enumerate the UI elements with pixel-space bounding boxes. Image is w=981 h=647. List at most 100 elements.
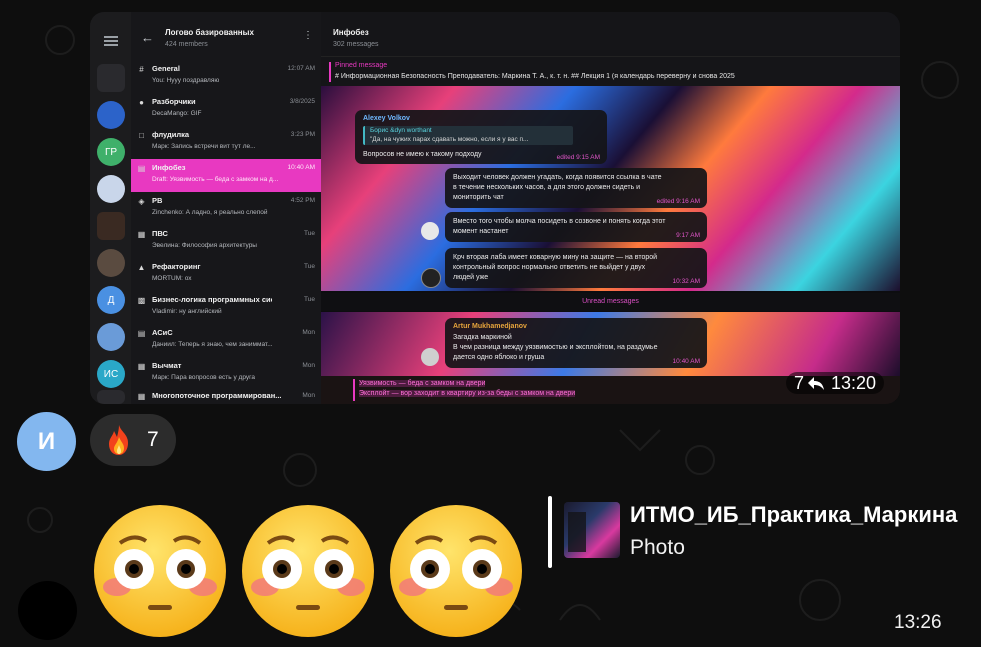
doc-icon: ▤ [137,164,146,173]
photo-meta: 7 13:20 [785,372,884,394]
chat-area: Инфобез 302 messages Pinned message # Ин… [321,12,900,404]
fire-icon [109,425,128,455]
chat-list-header: ← Логово базированных 424 members ⋮ [131,12,321,58]
chat-name: Рефакторинг [152,262,201,271]
grid-icon: ▦ [137,362,146,371]
message-bubble: Вместо того чтобы молча посидеть в созво… [445,212,707,242]
folder-rail: ГР Д ИС [90,12,131,404]
chat-icon: □ [139,131,144,140]
chat-row-active: ▤ Инфобез 10:40 AM Draft: Уязвимость — б… [131,159,321,192]
chat-name: АСиС [152,328,173,337]
bulb-icon: ● [139,98,144,107]
chat-name: General [152,64,180,73]
draft-line: Уязвимость — беда с замком на двери [359,380,486,387]
chat-preview: DecaMango: GIF [152,110,202,117]
chat-time: 10:40 AM [287,164,315,171]
chat-preview: Vladimir: ну английский [152,308,222,315]
chat-row: ◈ РВ 4:52 PM Zinchenko: А ладно, я реаль… [131,192,321,225]
pinned-label: Pinned message [335,62,388,69]
chat-row: # General 12:07 AM You: Hyyy поздравляю [131,60,321,93]
message-author: Artur Mukhamedjanov [453,323,527,330]
chat-title: Инфобез [333,28,369,37]
flushed-face-icon [242,505,374,637]
reply-subtitle: Photo [630,536,685,559]
message-text: Загадка маркиной [453,334,512,341]
message-text: Вместо того чтобы молча посидеть в созво… [453,218,666,225]
chat-time: 3:23 PM [290,131,315,138]
reply-author: Борис &dyn worthant [370,127,432,134]
rail-avatar-5 [97,212,125,240]
chat-row: ▤ АСиС Mon Даниил: Теперь я знаю, чем за… [131,324,321,357]
chat-name: РВ [152,196,163,205]
rail-avatar-2 [97,101,125,129]
message-bubble: Alexey Volkov Борис &dyn worthant "Да, н… [355,110,607,164]
flushed-face-icon [94,505,226,637]
rail-avatar-1 [97,64,125,92]
chat-preview: You: Hyyy поздравляю [152,77,220,84]
sender-avatar [421,348,439,366]
message-bubble: Выходит человек должен угадать, когда по… [445,168,707,208]
chat-time: Mon [302,362,315,369]
chat-time: Mon [302,329,315,336]
chat-time: Tue [304,296,315,303]
chat-preview: Эвелина: Философия архитектуры [152,242,257,249]
avatar[interactable]: И [17,412,76,471]
chat-time: Tue [304,263,315,270]
chat-preview: MORTUM: ох [152,275,192,282]
chat-header: Инфобез 302 messages [321,12,900,56]
rail-avatar-3: ГР [97,138,125,166]
chat-name: Разборчики [152,97,196,106]
chat-name: флудилка [152,130,190,139]
rail-avatar-8 [97,323,125,351]
chat-name: ПВС [152,229,168,238]
reply-count[interactable]: 7 [794,373,825,394]
message-time: 13:26 [894,612,942,633]
message-text: Вопросов не имею к такому подходу [363,151,482,158]
pinned-text: # Информационная Безопасность Преподават… [335,73,735,80]
flushed-face-icon [390,505,522,637]
reply-title: ИТМО_ИБ_Практика_Маркина [630,502,958,527]
menu-icon [104,36,118,46]
more-vertical-icon: ⋮ [303,30,313,41]
chat-row: □ флудилка 3:23 PM Марк: Запись встречи … [131,126,321,159]
group-members: 424 members [165,41,208,48]
reply-preview[interactable]: ИТМО_ИБ_Практика_Маркина Photo [548,496,968,568]
message-time: 10:32 AM [672,278,700,285]
reply-bar [548,496,552,568]
rail-avatar-9: ИС [97,360,125,388]
emoji-message[interactable] [92,503,532,643]
chat-preview: Zinchenko: А ладно, я реально слепой [152,209,268,216]
draft-line: Эксплойт — вор заходит в квартиру из-за … [359,390,576,397]
chat-name: Инфобез [152,163,186,172]
chat-row: ▦ ПВС Tue Эвелина: Философия архитектуры [131,225,321,258]
pin-icon: ◈ [138,197,145,206]
sender-avatar [421,222,439,240]
screenshot-photo[interactable]: ГР Д ИС ← Логово базированных 424 member… [90,12,900,404]
message-text: В чем разница между уязвимостью и экспло… [453,344,658,351]
chat-preview: Даниил: Теперь я знаю, чем заниммат... [152,341,273,348]
pinned-message: Pinned message # Информационная Безопасн… [321,56,900,87]
draft-bar [353,379,355,401]
chat-name: Бизнес-логика программных систем [152,295,272,304]
sender-avatar [421,268,441,288]
fire-icon: ▲ [137,263,146,272]
group-title: Логово базированных [165,28,254,37]
chat-time: 3/8/2025 [289,98,315,105]
message-text: контрольный вопрос нормально ответить не… [453,264,646,271]
reply-arrow-icon [807,377,824,390]
photo-message[interactable]: ГР Д ИС ← Логово базированных 424 member… [90,12,900,404]
rail-avatar-6 [97,249,125,277]
chat-row: ▦ Многопоточное программирован... Mon [131,387,321,404]
message-author: Alexey Volkov [363,115,410,122]
message-bubble: Artur Mukhamedjanov Загадка маркиной В ч… [445,318,707,368]
reaction-button[interactable]: 7 [90,414,176,466]
hash-icon: # [139,65,144,74]
avatar[interactable] [18,581,77,640]
rail-avatar-10 [97,390,125,404]
chat-row: ● Разборчики 3/8/2025 DecaMango: GIF [131,93,321,126]
message-text: людей уже [453,274,489,281]
rail-avatar-4 [97,175,125,203]
message-time: 9:17 AM [676,232,700,239]
reply-text: "Да, на чужих парах сдавать можно, если … [370,136,529,143]
message-time: 10:40 AM [672,358,700,365]
